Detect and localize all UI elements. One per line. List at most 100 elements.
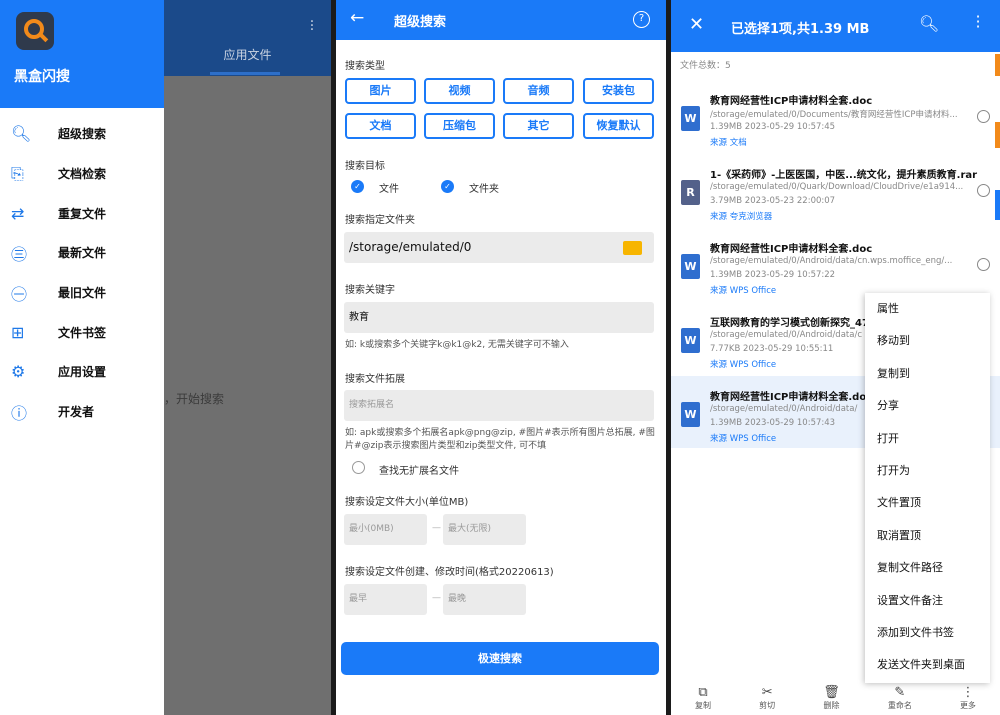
list-item[interactable]: W 教育网经营性ICP申请材料全套.doc /storage/emulated/… bbox=[671, 228, 1000, 300]
menu-item-developer[interactable]: ⓘ 开发者 bbox=[0, 392, 164, 432]
help-icon[interactable]: ? bbox=[633, 11, 650, 28]
menu-item-duplicate-files[interactable]: ⇄ 重复文件 bbox=[0, 193, 164, 233]
folder-field[interactable]: /storage/emulated/0 bbox=[344, 232, 654, 263]
fast-search-button[interactable]: 极速搜索 bbox=[341, 642, 659, 675]
menu-item-doc-search[interactable]: ⎘ 文档检索 bbox=[0, 154, 164, 194]
keyword-label: 搜索关键字 bbox=[345, 285, 395, 296]
context-menu: 属性 移动到 复制到 分享 打开 打开为 文件置顶 取消置顶 复制文件路径 设置… bbox=[865, 293, 990, 683]
file-meta: 1.39MB 2023-05-29 10:57:22 bbox=[710, 270, 836, 280]
bookmark-icon: ⊞ bbox=[11, 322, 25, 342]
menu-item-label: 最新文件 bbox=[58, 246, 107, 261]
archive-file-icon: R bbox=[681, 180, 700, 205]
extension-label: 搜索文件拓展 bbox=[345, 374, 405, 385]
list-item[interactable]: W 教育网经营性ICP申请材料全套.doc /storage/emulated/… bbox=[671, 80, 1000, 152]
time-label: 搜索设定文件创建、修改时间(格式20220613) bbox=[345, 567, 554, 578]
screen-results: ✕ 已选择1项,共1.39 MB 🔍︎ · · · 文件总数：5 W 教育网经营性I… bbox=[671, 0, 1000, 715]
menu-item-copy-to[interactable]: 复制到 bbox=[865, 358, 990, 390]
file-meta: 1.39MB 2023-05-29 10:57:43 bbox=[710, 418, 836, 428]
action-label: 重命名 bbox=[887, 701, 912, 710]
search-icon[interactable]: 🔍︎ bbox=[919, 14, 939, 33]
type-button-audio[interactable]: 音频 bbox=[503, 78, 574, 104]
type-button-archives[interactable]: 压缩包 bbox=[424, 113, 495, 139]
copy-button[interactable]: ⧉ 复制 bbox=[695, 683, 711, 715]
more-icon[interactable]: · · · bbox=[975, 9, 981, 35]
delete-button[interactable]: 🗑︎ 删除 bbox=[823, 683, 840, 715]
file-source: 来源 WPS Office bbox=[710, 360, 777, 370]
screen-super-search: ← 超级搜索 ? 搜索类型 图片 视频 音频 安装包 文档 压缩包 其它 恢复默… bbox=[336, 0, 666, 715]
no-extension-radio[interactable] bbox=[352, 461, 365, 474]
folder-checkbox[interactable]: ✓ bbox=[441, 180, 454, 193]
page-title: 超级搜索 bbox=[394, 15, 447, 30]
menu-item-send-to-desktop[interactable]: 发送文件夹到桌面 bbox=[865, 649, 990, 681]
menu-item-unpin[interactable]: 取消置顶 bbox=[865, 520, 990, 552]
gear-icon: ⚙ bbox=[11, 362, 26, 382]
menu-item-oldest-files[interactable]: ㊀ 最旧文件 bbox=[0, 273, 164, 313]
close-icon[interactable]: ✕ bbox=[689, 14, 704, 35]
menu-item-pin[interactable]: 文件置顶 bbox=[865, 487, 990, 519]
menu-item-open-as[interactable]: 打开为 bbox=[865, 455, 990, 487]
menu-item-label: 最旧文件 bbox=[58, 286, 107, 301]
screen-drawer: · · · 应用文件 ，开始搜索 黑盒闪搜 🔍︎ 超级搜索 ⎘ 文档检索 ⇄ 重复文件 ㊂… bbox=[0, 0, 331, 715]
type-button-images[interactable]: 图片 bbox=[345, 78, 416, 104]
time-start-input[interactable]: 最早 bbox=[344, 584, 427, 615]
no-extension-label: 查找无扩展名文件 bbox=[379, 466, 459, 477]
back-arrow-icon[interactable]: ← bbox=[350, 8, 364, 28]
type-button-apk[interactable]: 安装包 bbox=[583, 78, 654, 104]
cut-button[interactable]: ✂ 剪切 bbox=[759, 683, 775, 715]
more-button[interactable]: ⋮ 更多 bbox=[960, 683, 976, 715]
folder-label: 搜索指定文件夹 bbox=[345, 215, 415, 226]
word-file-icon: W bbox=[681, 254, 700, 279]
size-max-input[interactable]: 最大(无限) bbox=[443, 514, 526, 545]
menu-item-label: 文档检索 bbox=[58, 167, 107, 182]
rename-button[interactable]: ✎ 重命名 bbox=[888, 683, 912, 715]
more-icon: · · · bbox=[309, 14, 315, 38]
menu-item-share[interactable]: 分享 bbox=[865, 390, 990, 422]
action-label: 删除 bbox=[823, 701, 840, 710]
list-item[interactable]: R 1-《采药师》-上医医国，中医...统文化，提升素质教育.rar /stor… bbox=[671, 154, 1000, 226]
folder-icon[interactable] bbox=[623, 241, 642, 255]
file-name: 教育网经营性ICP申请材料全套.doc bbox=[710, 244, 873, 255]
menu-item-move-to[interactable]: 移动到 bbox=[865, 325, 990, 357]
menu-item-label: 应用设置 bbox=[58, 365, 107, 380]
select-radio[interactable] bbox=[977, 110, 990, 123]
action-label: 复制 bbox=[695, 701, 712, 710]
extension-input[interactable]: 搜索拓展名 bbox=[344, 390, 654, 421]
file-source: 来源 WPS Office bbox=[710, 286, 777, 296]
menu-item-properties[interactable]: 属性 bbox=[865, 293, 990, 325]
file-source: 来源 WPS Office bbox=[710, 434, 777, 444]
type-button-docs[interactable]: 文档 bbox=[345, 113, 416, 139]
type-button-reset[interactable]: 恢复默认 bbox=[583, 113, 654, 139]
menu-item-newest-files[interactable]: ㊂ 最新文件 bbox=[0, 233, 164, 273]
drawer-menu: 🔍︎ 超级搜索 ⎘ 文档检索 ⇄ 重复文件 ㊂ 最新文件 ㊀ 最旧文件 ⊞ 文件书签 ⚙ 应用… bbox=[0, 114, 164, 432]
keyword-hint: 如: k或搜索多个关键字k@k1@k2, 无需关键字可不输入 bbox=[345, 340, 569, 350]
menu-item-open[interactable]: 打开 bbox=[865, 423, 990, 455]
keyword-input[interactable]: 教育 bbox=[344, 302, 654, 333]
menu-item-add-bookmark[interactable]: 添加到文件书签 bbox=[865, 617, 990, 649]
type-button-other[interactable]: 其它 bbox=[503, 113, 574, 139]
time-separator: — bbox=[432, 593, 441, 603]
folder-path: /storage/emulated/0 bbox=[349, 240, 472, 254]
type-button-video[interactable]: 视频 bbox=[424, 78, 495, 104]
file-source: 来源 文档 bbox=[710, 138, 747, 148]
menu-item-label: 开发者 bbox=[58, 405, 95, 420]
select-radio[interactable] bbox=[977, 184, 990, 197]
menu-item-settings[interactable]: ⚙ 应用设置 bbox=[0, 352, 164, 392]
search-icon: 🔍︎ bbox=[11, 124, 32, 144]
navigation-drawer: 黑盒闪搜 🔍︎ 超级搜索 ⎘ 文档检索 ⇄ 重复文件 ㊂ 最新文件 ㊀ 最旧文件 ⊞ 文件书… bbox=[0, 0, 164, 715]
menu-item-super-search[interactable]: 🔍︎ 超级搜索 bbox=[0, 114, 164, 154]
more-icon: ⋮ bbox=[961, 685, 975, 700]
time-end-input[interactable]: 最晚 bbox=[443, 584, 526, 615]
size-label: 搜索设定文件大小(单位MB) bbox=[345, 497, 469, 508]
menu-item-set-note[interactable]: 设置文件备注 bbox=[865, 585, 990, 617]
background-toolbar bbox=[164, 0, 331, 76]
file-checkbox[interactable]: ✓ bbox=[351, 180, 364, 193]
file-meta: 1.39MB 2023-05-29 10:57:45 bbox=[710, 122, 836, 132]
menu-item-copy-path[interactable]: 复制文件路径 bbox=[865, 552, 990, 584]
size-min-input[interactable]: 最小(0MB) bbox=[344, 514, 427, 545]
file-path: /storage/emulated/0/Documents/教育网经营性ICP申… bbox=[710, 110, 958, 120]
select-radio[interactable] bbox=[977, 258, 990, 271]
new-icon: ㊂ bbox=[11, 244, 28, 264]
menu-item-label: 超级搜索 bbox=[58, 127, 107, 142]
menu-item-bookmarks[interactable]: ⊞ 文件书签 bbox=[0, 312, 164, 352]
file-meta: 3.79MB 2023-05-23 22:00:07 bbox=[710, 196, 836, 206]
